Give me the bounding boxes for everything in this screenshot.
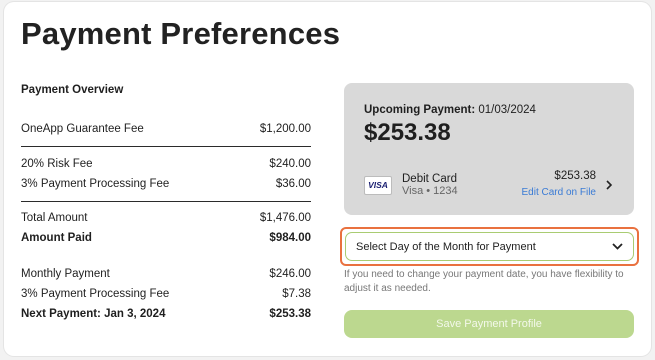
risk-fee-row: 20% Risk Fee $240.00 — [21, 154, 311, 174]
monthly-processing-fee-row: 3% Payment Processing Fee $7.38 — [21, 284, 311, 304]
processing-fee-label: 3% Payment Processing Fee — [21, 178, 170, 190]
processing-fee-value: $36.00 — [275, 178, 311, 190]
payment-day-select[interactable]: Select Day of the Month for Payment — [345, 232, 634, 261]
monthly-payment-value: $246.00 — [269, 268, 311, 280]
total-amount-label: Total Amount — [21, 212, 88, 224]
next-payment-value: $253.38 — [269, 308, 311, 320]
amount-paid-value: $984.00 — [269, 232, 311, 244]
payment-preferences-card: Payment Preferences Payment Overview One… — [4, 2, 651, 356]
overview-heading: Payment Overview — [21, 84, 124, 96]
edit-card-link[interactable]: Edit Card on File — [522, 187, 596, 198]
card-on-file-row[interactable]: VISA Debit Card Visa • 1234 $253.38 Edit… — [364, 170, 614, 200]
chevron-right-icon[interactable] — [604, 180, 614, 190]
card-info: Debit Card Visa • 1234 — [402, 173, 522, 197]
amount-paid-label: Amount Paid — [21, 232, 92, 244]
guarantee-fee-value: $1,200.00 — [259, 123, 311, 135]
next-payment-row: Next Payment: Jan 3, 2024 $253.38 — [21, 304, 311, 324]
risk-fee-value: $240.00 — [269, 158, 311, 170]
page-title: Payment Preferences — [21, 16, 341, 51]
monthly-processing-fee-label: 3% Payment Processing Fee — [21, 288, 170, 300]
helper-text: If you need to change your payment date,… — [344, 269, 624, 294]
payment-day-select-value: Select Day of the Month for Payment — [356, 240, 536, 253]
guarantee-fee-label: OneApp Guarantee Fee — [21, 123, 144, 135]
monthly-processing-fee-value: $7.38 — [282, 288, 311, 300]
guarantee-fee-row: OneApp Guarantee Fee $1,200.00 — [21, 119, 311, 139]
monthly-payment-label: Monthly Payment — [21, 268, 110, 280]
amount-paid-row: Amount Paid $984.00 — [21, 228, 311, 248]
card-amount: $253.38 — [554, 170, 596, 182]
upcoming-payment-amount: $253.38 — [364, 119, 451, 146]
upcoming-payment-label: Upcoming Payment: — [364, 104, 476, 116]
upcoming-payment-summary: Upcoming Payment: 01/03/2024 $253.38 VIS… — [344, 83, 634, 215]
next-payment-label: Next Payment: Jan 3, 2024 — [21, 308, 166, 320]
monthly-payment-row: Monthly Payment $246.00 — [21, 264, 311, 284]
upcoming-payment-line: Upcoming Payment: 01/03/2024 — [364, 104, 614, 116]
card-amount-group: $253.38 Edit Card on File — [522, 170, 596, 200]
card-type: Debit Card — [402, 173, 457, 185]
total-amount-value: $1,476.00 — [259, 212, 311, 224]
chevron-down-icon — [612, 243, 623, 250]
total-amount-row: Total Amount $1,476.00 — [21, 208, 311, 228]
processing-fee-row: 3% Payment Processing Fee $36.00 — [21, 174, 311, 194]
upcoming-payment-date: 01/03/2024 — [478, 104, 536, 116]
risk-fee-label: 20% Risk Fee — [21, 158, 93, 170]
payment-overview: Payment Overview OneApp Guarantee Fee $1… — [21, 82, 311, 324]
visa-card-icon: VISA — [364, 175, 392, 195]
card-number: Visa • 1234 — [402, 185, 458, 197]
save-payment-profile-button[interactable]: Save Payment Profile — [344, 310, 634, 338]
